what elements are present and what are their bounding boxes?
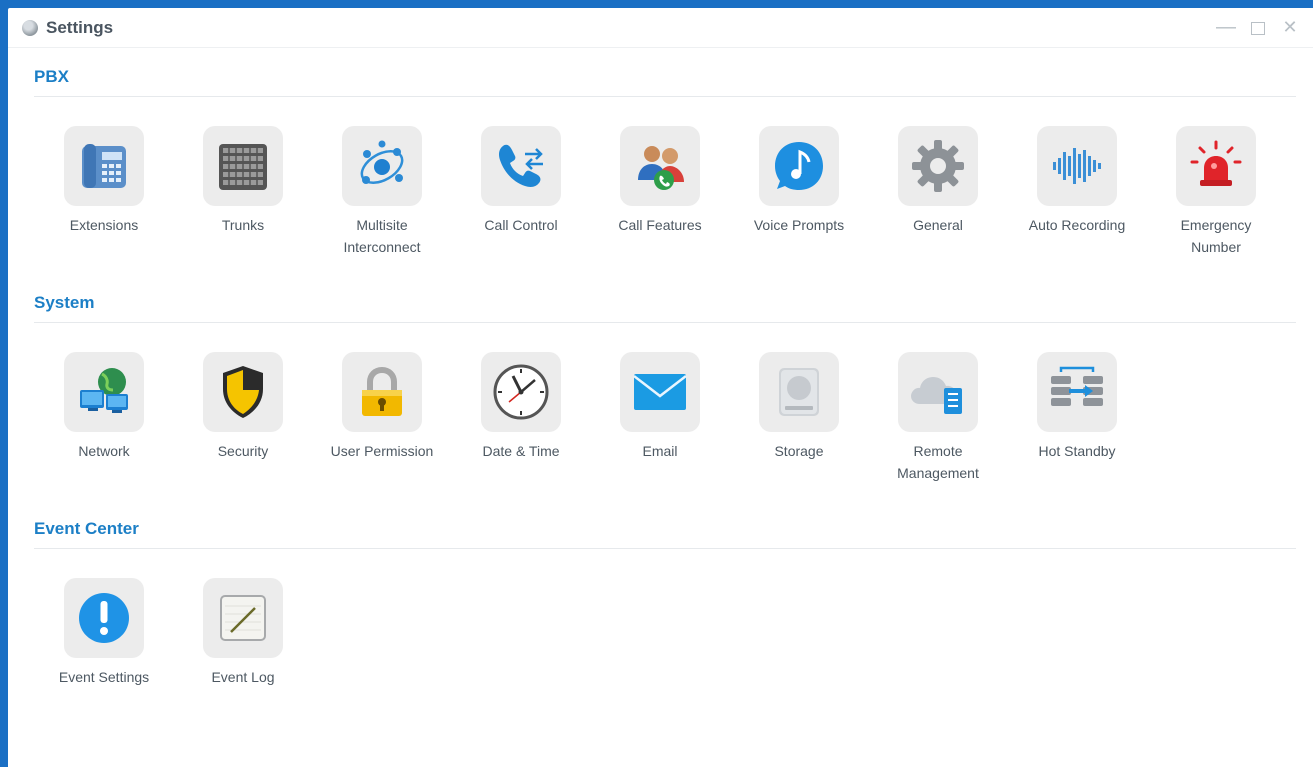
item-label: Email	[642, 443, 678, 459]
settings-item-trunks[interactable]: Trunks	[178, 126, 308, 236]
minimize-button[interactable]: —	[1215, 16, 1237, 38]
window-controls: — ✕	[1215, 16, 1301, 38]
settings-item-hot-standby[interactable]: Hot Standby	[1012, 352, 1142, 462]
settings-item-voice-prompts[interactable]: Voice Prompts	[734, 126, 864, 236]
maximize-icon	[1251, 21, 1265, 35]
section-title-event-center: Event Center	[34, 519, 139, 538]
settings-item-call-features[interactable]: Call Features	[595, 126, 725, 236]
settings-item-general[interactable]: General	[873, 126, 1003, 236]
item-label: Extensions	[69, 217, 139, 233]
item-label: Emergency Number	[1180, 217, 1252, 255]
item-label: Storage	[774, 443, 824, 459]
padlock-icon	[342, 352, 422, 432]
item-label: Auto Recording	[1028, 217, 1126, 233]
desk-phone-icon	[64, 126, 144, 206]
shield-icon	[203, 352, 283, 432]
siren-icon	[1176, 126, 1256, 206]
settings-item-emergency-number[interactable]: Emergency Number	[1151, 126, 1281, 258]
item-label: General	[913, 217, 963, 233]
section-title-pbx: PBX	[34, 67, 69, 86]
settings-item-storage[interactable]: Storage	[734, 352, 864, 462]
settings-item-user-permission[interactable]: User Permission	[317, 352, 447, 462]
item-label: Event Log	[211, 669, 275, 685]
waveform-icon	[1037, 126, 1117, 206]
item-label: Hot Standby	[1038, 443, 1116, 459]
cloud-server-icon	[898, 352, 978, 432]
window-title: Settings	[46, 17, 114, 37]
phone-arrows-icon	[481, 126, 561, 206]
settings-item-auto-recording[interactable]: Auto Recording	[1012, 126, 1142, 236]
globe-network-icon	[64, 352, 144, 432]
item-label: Call Control	[484, 217, 558, 233]
trunk-grid-icon	[203, 126, 283, 206]
item-label: User Permission	[330, 443, 434, 459]
section-divider	[34, 322, 1296, 323]
section-title-system: System	[34, 293, 95, 312]
settings-item-event-settings[interactable]: Event Settings	[39, 578, 169, 688]
item-label: Remote Management	[897, 443, 979, 481]
multisite-network-icon	[342, 126, 422, 206]
item-label: Event Settings	[58, 669, 150, 685]
settings-item-network[interactable]: Network	[39, 352, 169, 462]
section-divider	[34, 96, 1296, 97]
maximize-button[interactable]	[1247, 16, 1269, 38]
item-label: Security	[217, 443, 269, 459]
settings-item-multisite-interconnect[interactable]: Multisite Interconnect	[317, 126, 447, 258]
users-phone-icon	[620, 126, 700, 206]
item-label: Network	[78, 443, 130, 459]
settings-window: Settings — ✕ PBX Extensions Trunks Multi…	[8, 8, 1313, 767]
item-label: Call Features	[618, 217, 702, 233]
item-label: Voice Prompts	[753, 217, 845, 233]
settings-item-call-control[interactable]: Call Control	[456, 126, 586, 236]
settings-item-email[interactable]: Email	[595, 352, 725, 462]
item-label: Date & Time	[482, 443, 560, 459]
clock-icon	[481, 352, 561, 432]
window-titlebar: Settings	[8, 8, 1313, 48]
settings-app-icon	[22, 19, 38, 36]
envelope-icon	[620, 352, 700, 432]
server-sync-icon	[1037, 352, 1117, 432]
settings-item-remote-management[interactable]: Remote Management	[873, 352, 1003, 484]
settings-item-security[interactable]: Security	[178, 352, 308, 462]
settings-item-event-log[interactable]: Event Log	[178, 578, 308, 688]
close-button[interactable]: ✕	[1279, 16, 1301, 38]
notepad-pen-icon	[203, 578, 283, 658]
settings-item-date-time[interactable]: Date & Time	[456, 352, 586, 462]
item-label: Multisite Interconnect	[343, 217, 421, 255]
music-bubble-icon	[759, 126, 839, 206]
section-divider	[34, 548, 1296, 549]
gear-icon	[898, 126, 978, 206]
settings-item-extensions[interactable]: Extensions	[39, 126, 169, 236]
alert-circle-icon	[64, 578, 144, 658]
item-label: Trunks	[221, 217, 265, 233]
hard-drive-icon	[759, 352, 839, 432]
